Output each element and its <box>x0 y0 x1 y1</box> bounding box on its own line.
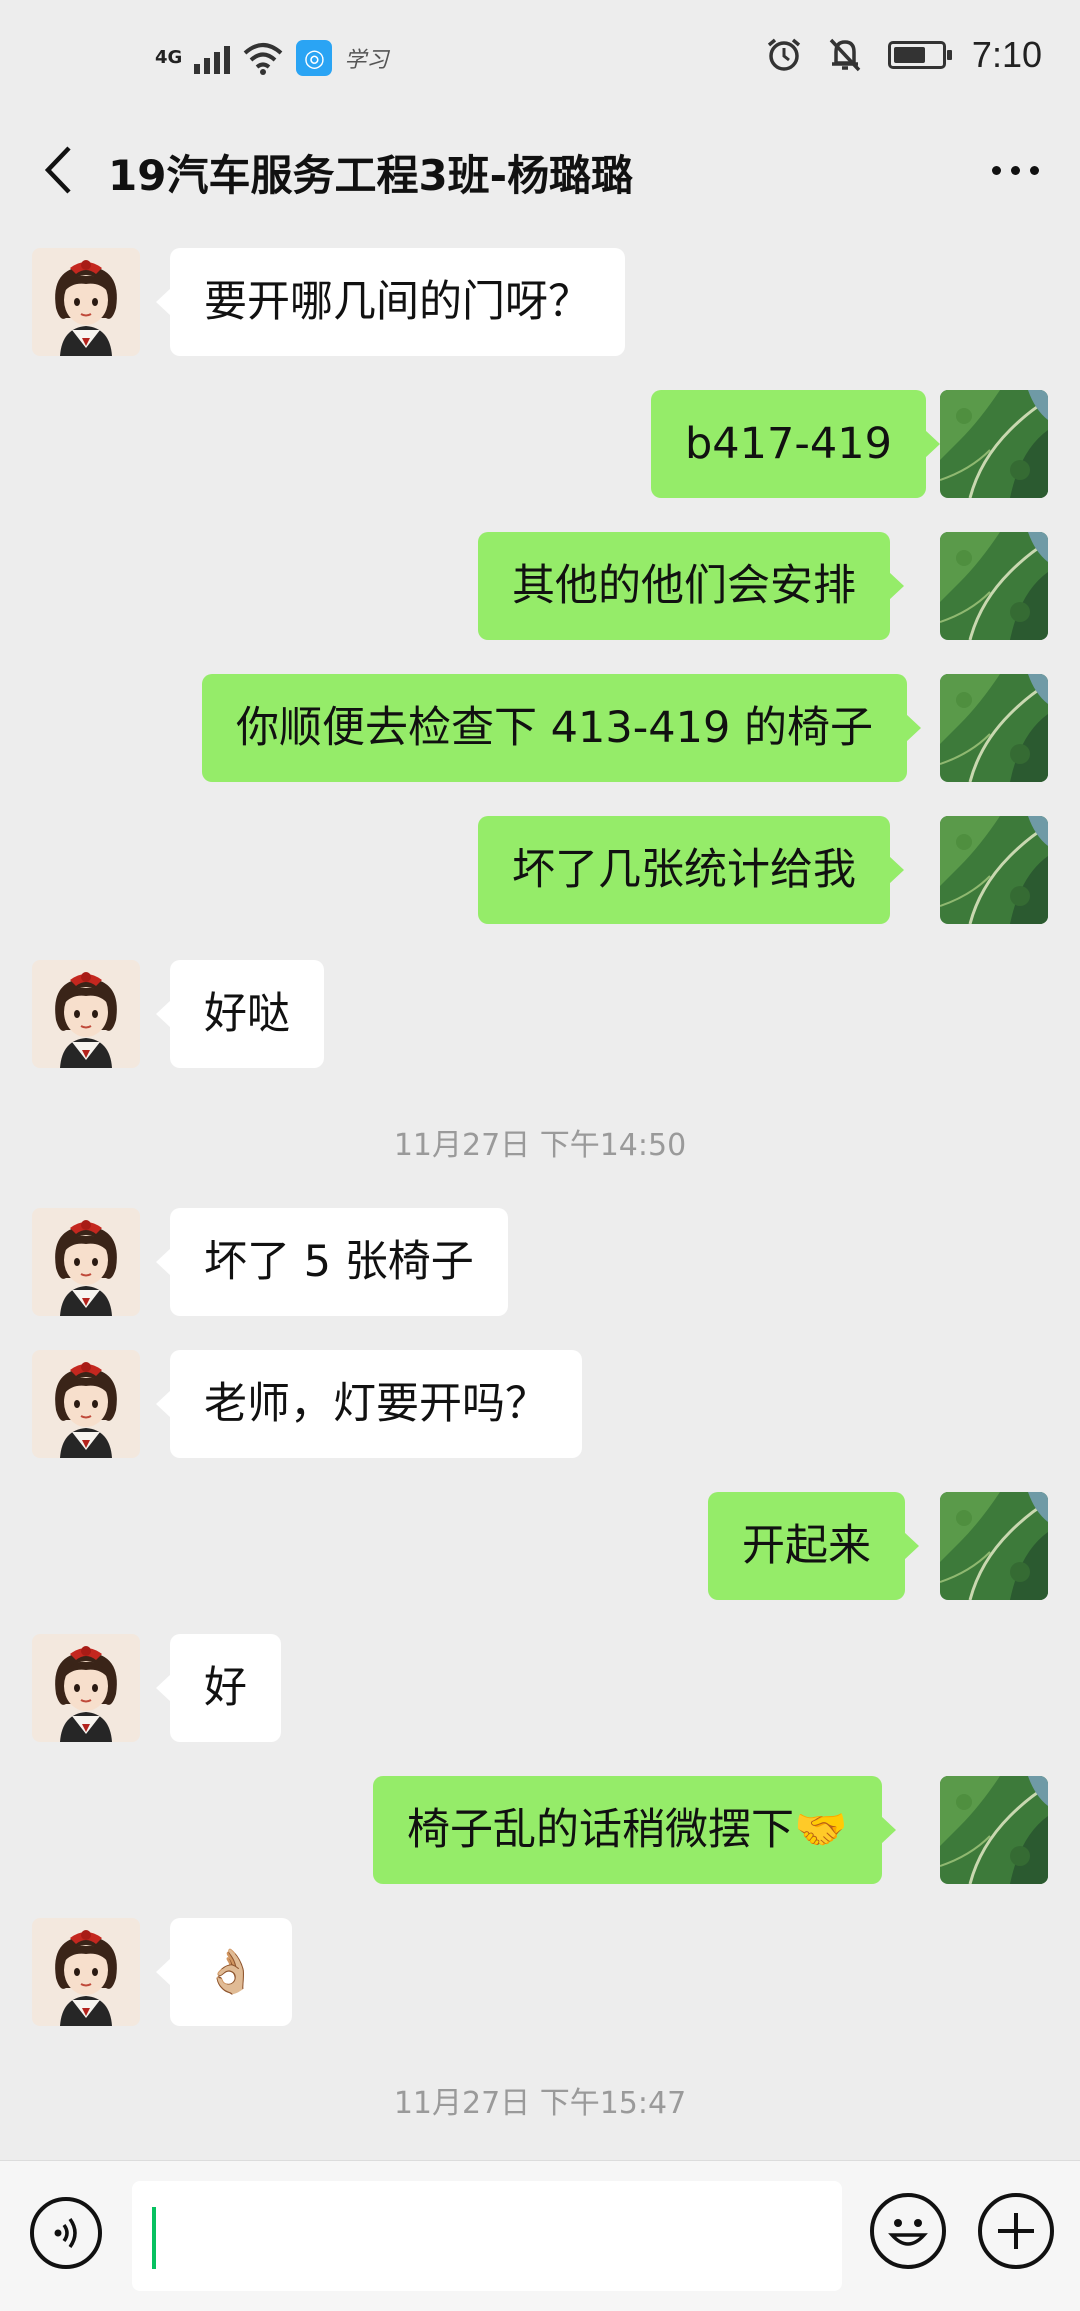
more-dot <box>1029 165 1039 175</box>
contact-avatar[interactable] <box>32 1918 140 2026</box>
my-avatar[interactable] <box>940 390 1048 498</box>
voice-icon <box>54 2217 77 2249</box>
message-bubble-outgoing[interactable]: b417-419 <box>651 390 940 498</box>
more-functions-button[interactable] <box>978 2193 1054 2269</box>
network-type: 4G <box>155 47 183 68</box>
status-right: 7:10 <box>766 34 1042 76</box>
message-bubble-outgoing[interactable]: 开起来 <box>708 1492 919 1600</box>
contact-avatar[interactable] <box>32 960 140 1068</box>
my-avatar[interactable] <box>940 1492 1048 1600</box>
my-avatar[interactable] <box>940 1776 1048 1884</box>
message-bubble-incoming[interactable]: 👌🏼 <box>156 1918 292 2026</box>
message-bubble-incoming[interactable]: 老师，灯要开吗？ <box>156 1350 582 1458</box>
more-dot <box>1010 165 1020 175</box>
smiley-icon <box>888 2219 928 2246</box>
plus-icon <box>998 2213 1034 2249</box>
battery-icon <box>887 41 952 69</box>
timestamp: 11月27日 下午15:47 <box>393 2086 687 2121</box>
message-bubble-incoming[interactable]: 好哒 <box>156 960 324 1068</box>
contact-avatar[interactable] <box>32 1350 140 1458</box>
contact-avatar[interactable] <box>32 1634 140 1742</box>
contact-avatar[interactable] <box>32 1208 140 1316</box>
wifi-icon <box>243 43 283 75</box>
more-dot <box>991 165 1001 175</box>
message-bubble-incoming[interactable]: 要开哪几间的门呀？ <box>156 248 625 356</box>
message-bubble-incoming[interactable]: 好 <box>156 1634 281 1742</box>
study-app-label: 学习 <box>344 48 389 73</box>
chat-title: 19汽车服务工程3班-杨璐璐 <box>108 151 634 200</box>
mute-icon <box>828 37 862 73</box>
status-bar: 4G ◎ 学习 7:10 <box>0 0 1080 120</box>
input-bar <box>0 2160 1080 2311</box>
message-bubble-outgoing[interactable]: 其他的他们会安排 <box>478 532 904 640</box>
more-options-button[interactable] <box>980 142 1050 198</box>
lightbulb-app-icon: ◎ <box>296 40 333 76</box>
message-bubble-outgoing[interactable]: 你顺便去检查下 413-419 的椅子 <box>202 674 922 782</box>
message-bubble-outgoing[interactable]: 椅子乱的话稍微摆下🤝 <box>373 1776 896 1884</box>
status-left: 4G ◎ 学习 <box>155 40 388 76</box>
text-cursor <box>152 2207 156 2269</box>
contact-avatar[interactable] <box>32 248 140 356</box>
clock-time: 7:10 <box>971 34 1042 75</box>
emoji-button[interactable] <box>870 2193 946 2269</box>
message-bubble-incoming[interactable]: 坏了 5 张椅子 <box>156 1208 508 1316</box>
my-avatar[interactable] <box>940 532 1048 640</box>
timestamp: 11月27日 下午14:50 <box>393 1128 687 1163</box>
my-avatar[interactable] <box>940 816 1048 924</box>
message-input[interactable] <box>132 2181 842 2291</box>
chat-header: 19汽车服务工程3班-杨璐璐 <box>0 120 1080 220</box>
back-button[interactable] <box>28 138 88 202</box>
voice-input-button[interactable] <box>30 2197 102 2269</box>
chevron-left-icon <box>44 146 71 194</box>
message-bubble-outgoing[interactable]: 坏了几张统计给我 <box>478 816 904 924</box>
my-avatar[interactable] <box>940 674 1048 782</box>
signal-icon <box>194 42 231 74</box>
alarm-icon <box>766 37 802 73</box>
